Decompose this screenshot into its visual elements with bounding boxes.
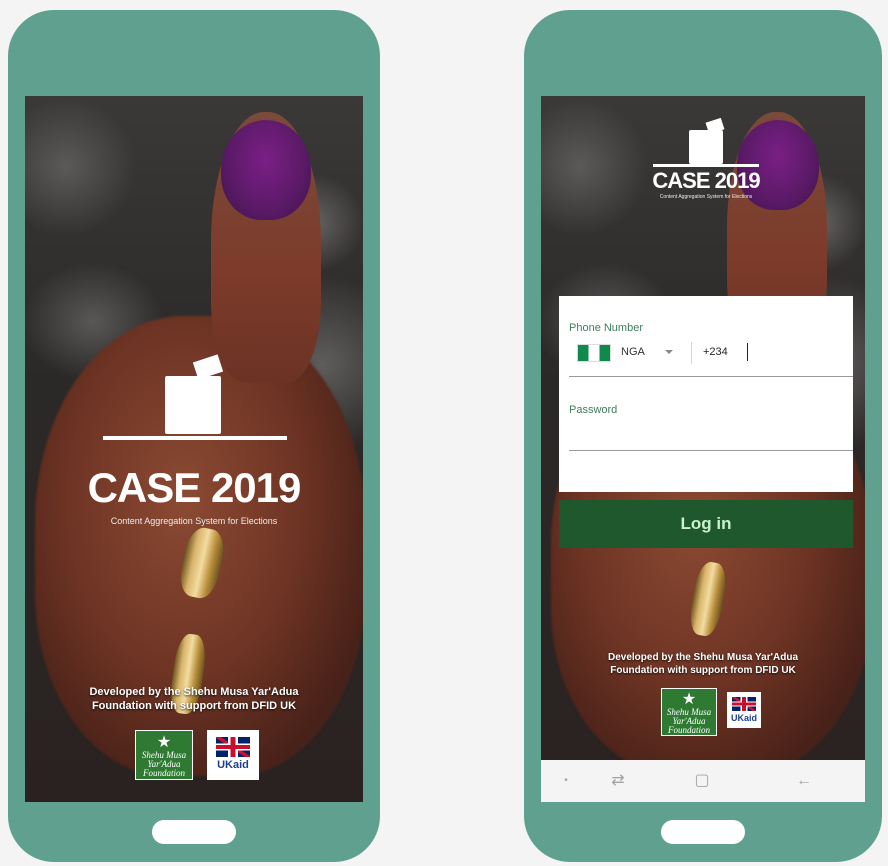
credits-line-2: Foundation with support from DFID UK [610, 664, 796, 676]
chevron-down-icon[interactable] [665, 350, 673, 354]
smyf-logo: ★ Shehu Musa Yar'Adua Foundation [661, 688, 717, 736]
smyf-logo: ★ Shehu Musa Yar'Adua Foundation [135, 730, 193, 780]
home-button[interactable] [152, 820, 236, 844]
phone-number-label: Phone Number [569, 322, 643, 334]
smyf-logo-line-3: Foundation [143, 768, 185, 778]
home-button[interactable] [661, 820, 745, 844]
ukaid-text: UKaid [217, 759, 249, 771]
password-label: Password [569, 404, 618, 416]
logo-base-line [653, 164, 759, 167]
star-icon: ★ [156, 734, 172, 751]
text-cursor [747, 343, 748, 361]
app-title: CASE 2019 [87, 464, 302, 511]
credits-text: Developed by the Shehu Musa Yar'Adua Fou… [541, 652, 865, 677]
phone-frame-splash: CASE 2019 Content Aggregation System for… [8, 10, 380, 862]
recents-icon[interactable]: ⇄ [603, 760, 633, 802]
ukaid-logo: UKaid [727, 692, 761, 728]
login-card: Phone Number NGA +234 Password [559, 296, 853, 492]
app-subtitle: Content Aggregation System for Elections [659, 194, 753, 200]
logo-base-line [103, 436, 287, 440]
credits-line-1: Developed by the Shehu Musa Yar'Adua [607, 652, 799, 663]
credits-text: Developed by the Shehu Musa Yar'Adua Fou… [25, 686, 363, 714]
app-subtitle: Content Aggregation System for Elections [110, 516, 278, 526]
home-icon[interactable]: ▢ [687, 760, 717, 802]
country-code-select[interactable]: NGA [621, 346, 645, 358]
credits-line-1: Developed by the Shehu Musa Yar'Adua [89, 686, 299, 698]
android-nav-bar: • ⇄ ▢ ← [541, 760, 865, 802]
ukaid-text: UKaid [730, 713, 757, 723]
ballot-box-icon [689, 130, 723, 164]
splash-screen: CASE 2019 Content Aggregation System for… [25, 96, 363, 802]
nav-dot-icon: • [564, 775, 568, 786]
ukaid-logo: UKaid [207, 730, 259, 780]
phone-frame-login: CASE 2019 Content Aggregation System for… [524, 10, 882, 862]
login-button[interactable]: Log in [559, 500, 853, 548]
app-title: CASE 2019 [652, 168, 760, 193]
smyf-logo-line-3: Foundation [668, 725, 710, 735]
credits-line-2: Foundation with support from DFID UK [91, 699, 297, 712]
inked-thumbnail [221, 120, 311, 220]
uk-flag-icon [216, 737, 250, 757]
uk-flag-icon [732, 697, 756, 711]
star-icon: ★ [681, 691, 697, 708]
password-input[interactable] [569, 418, 853, 448]
back-icon[interactable]: ← [789, 760, 819, 802]
login-screen: CASE 2019 Content Aggregation System for… [541, 96, 865, 802]
ballot-box-icon [165, 376, 221, 434]
field-divider [691, 342, 692, 364]
password-underline [569, 450, 853, 451]
nigeria-flag-icon [577, 344, 611, 362]
phone-number-input[interactable]: +234 [703, 346, 728, 358]
phone-underline [569, 376, 853, 377]
case-logo [95, 346, 295, 476]
